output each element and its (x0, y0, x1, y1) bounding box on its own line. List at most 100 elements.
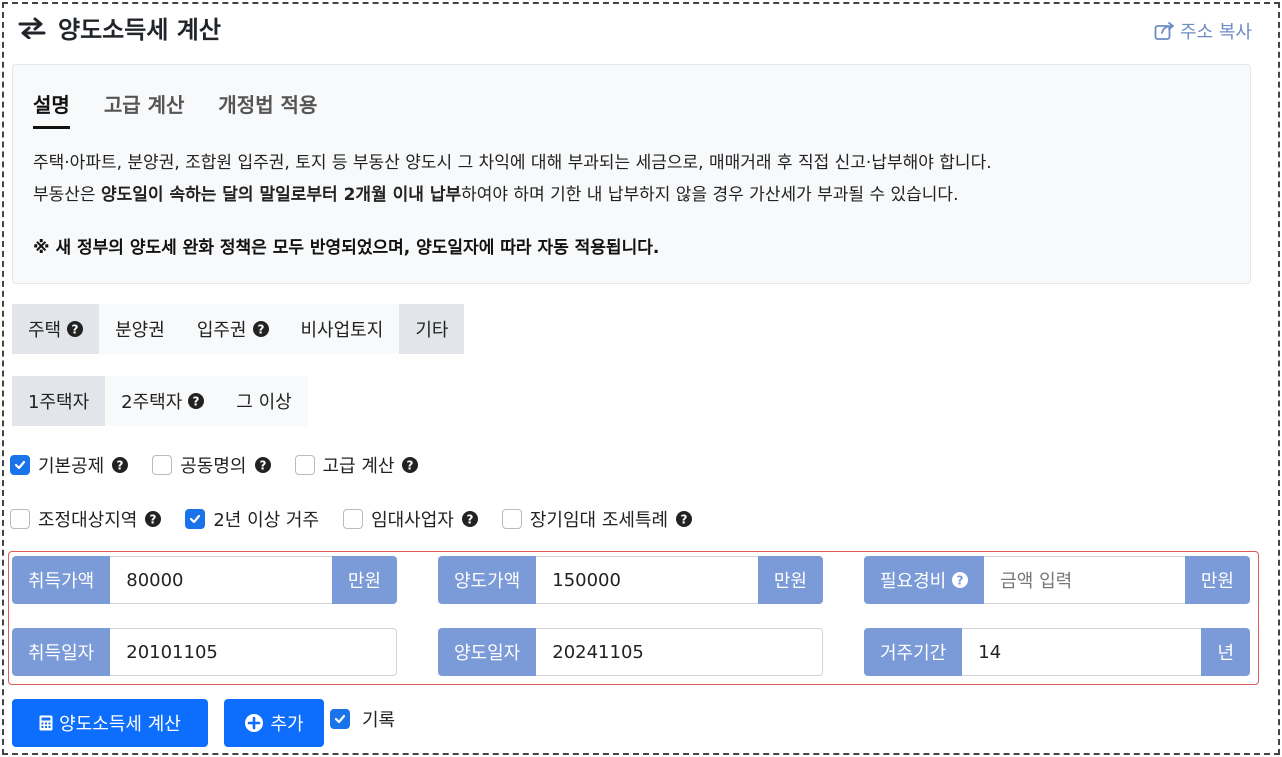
acquisition-price-input[interactable]: 80000 (110, 556, 332, 604)
long-term-rental-option[interactable]: 장기임대 조세특례 ? (501, 506, 693, 532)
checkbox-checked[interactable] (10, 455, 30, 475)
help-icon[interactable]: ? (676, 511, 693, 527)
joint-ownership-option[interactable]: 공동명의 ? (152, 452, 271, 478)
help-icon[interactable]: ? (188, 393, 205, 409)
calculator-icon (39, 715, 53, 731)
acquisition-price-group: 취득가액 80000 만원 (12, 556, 397, 604)
plus-circle-icon (245, 714, 264, 732)
house-count-selector: 1주택자 2주택자 ? 그 이상 (12, 376, 308, 426)
description-line-2: 부동산은 양도일이 속하는 달의 말일로부터 2개월 이내 납부하여야 하며 기… (33, 179, 1233, 211)
property-type-nonbusiness-land[interactable]: 비사업토지 (285, 304, 400, 354)
calculate-tax-button[interactable]: 양도소득세 계산 (12, 699, 208, 747)
property-type-other[interactable]: 기타 (399, 304, 465, 354)
house-count-one-label: 1주택자 (28, 392, 90, 413)
rental-business-option[interactable]: 임대사업자 ? (343, 506, 478, 532)
check-icon (14, 460, 26, 470)
help-icon[interactable]: ? (254, 457, 271, 473)
help-icon[interactable]: ? (461, 511, 478, 527)
rental-business-label: 임대사업자 (371, 510, 454, 531)
description-line-1: 주택·아파트, 분양권, 조합원 입주권, 토지 등 부동산 양도시 그 차익에… (33, 153, 992, 173)
residence-period-group: 거주기간 14 년 (864, 628, 1250, 676)
record-option[interactable]: 기록 (330, 706, 395, 732)
basic-deduction-option[interactable]: 기본공제 ? (10, 452, 129, 478)
checkbox-checked[interactable] (185, 509, 206, 529)
add-label: 추가 (270, 714, 304, 735)
house-count-two[interactable]: 2주택자 ? (105, 376, 220, 426)
svg-text:?: ? (117, 459, 124, 473)
checkbox-unchecked[interactable] (343, 509, 364, 529)
joint-ownership-label: 공동명의 (180, 456, 247, 477)
svg-text:?: ? (681, 513, 688, 527)
property-type-house[interactable]: 주택 ? (12, 304, 100, 354)
expense-unit: 만원 (1184, 556, 1250, 604)
checkbox-unchecked[interactable] (501, 509, 522, 529)
svg-text:?: ? (150, 513, 157, 527)
regulated-area-label: 조정대상지역 (38, 510, 138, 531)
tab-revised-law[interactable]: 개정법 적용 (218, 89, 317, 129)
tab-description[interactable]: 설명 (33, 89, 70, 129)
svg-text:?: ? (407, 459, 414, 473)
expense-input[interactable]: 금액 입력 (984, 556, 1185, 604)
advanced-calc-label: 고급 계산 (322, 456, 395, 477)
policy-notice: ※ 새 정부의 양도세 완화 정책은 모두 반영되었으며, 양도일자에 따라 자… (33, 238, 660, 258)
checkbox-checked[interactable] (330, 709, 350, 729)
description-line-2-bold: 양도일이 속하는 달의 말일로부터 2개월 이내 납부 (100, 185, 462, 205)
calculate-tax-label: 양도소득세 계산 (59, 714, 181, 735)
sale-price-input[interactable]: 150000 (536, 556, 758, 604)
property-type-occupancy[interactable]: 입주권 ? (181, 304, 285, 354)
sale-price-unit: 만원 (757, 556, 823, 604)
check-icon (190, 514, 201, 524)
acquisition-date-group: 취득일자 20101105 (12, 628, 397, 676)
house-count-more-label: 그 이상 (236, 392, 292, 413)
two-year-residence-label: 2년 이상 거주 (213, 510, 320, 531)
svg-text:?: ? (466, 513, 473, 527)
help-icon[interactable]: ? (952, 572, 969, 588)
svg-text:?: ? (259, 459, 266, 473)
property-type-other-label: 기타 (415, 320, 449, 341)
sale-price-label: 양도가액 (438, 556, 537, 604)
info-tabs: 설명 고급 계산 개정법 적용 (33, 89, 351, 129)
property-type-nonbusiness-land-label: 비사업토지 (300, 320, 384, 341)
regulated-area-option[interactable]: 조정대상지역 ? (10, 506, 162, 532)
svg-text:?: ? (193, 395, 200, 409)
checkbox-unchecked[interactable] (294, 455, 315, 475)
options-row-2: 조정대상지역 ? 2년 이상 거주 임대사업자 ? 장기임대 조세특례 ? (10, 506, 716, 532)
two-year-residence-option[interactable]: 2년 이상 거주 (185, 506, 319, 532)
sale-date-input[interactable]: 20241105 (536, 628, 823, 676)
residence-period-label: 거주기간 (864, 628, 963, 676)
svg-text:?: ? (957, 574, 964, 588)
sale-price-group: 양도가액 150000 만원 (438, 556, 823, 604)
page-title-text: 양도소득세 계산 (58, 16, 221, 44)
copy-address-label: 주소 복사 (1180, 22, 1252, 43)
basic-deduction-label: 기본공제 (38, 456, 105, 477)
tab-advanced-calc[interactable]: 고급 계산 (104, 89, 185, 129)
property-type-occupancy-label: 입주권 (196, 320, 247, 341)
help-icon[interactable]: ? (112, 457, 129, 473)
check-icon (334, 714, 346, 724)
page-title: 양도소득세 계산 (18, 10, 221, 45)
advanced-calc-option[interactable]: 고급 계산 ? (294, 452, 419, 478)
house-count-more[interactable]: 그 이상 (220, 376, 307, 426)
acquisition-date-input[interactable]: 20101105 (110, 628, 397, 676)
help-icon[interactable]: ? (67, 321, 84, 337)
expense-group: 필요경비 ? 금액 입력 만원 (864, 556, 1250, 604)
help-icon[interactable]: ? (252, 321, 269, 337)
svg-text:?: ? (72, 323, 79, 337)
acquisition-date-label: 취득일자 (12, 628, 111, 676)
sale-date-label: 양도일자 (438, 628, 537, 676)
house-count-one[interactable]: 1주택자 (12, 376, 106, 426)
record-label: 기록 (362, 710, 396, 731)
property-type-selector: 주택 ? 분양권 입주권 ? 비사업토지 기타 (12, 304, 465, 354)
copy-address-link[interactable]: 주소 복사 (1154, 18, 1252, 44)
residence-period-input[interactable]: 14 (962, 628, 1202, 676)
checkbox-unchecked[interactable] (152, 455, 173, 475)
checkbox-unchecked[interactable] (10, 509, 30, 529)
help-icon[interactable]: ? (145, 511, 162, 527)
help-icon[interactable]: ? (402, 457, 419, 473)
expense-label-text: 필요경비 (880, 571, 947, 592)
acquisition-price-unit: 만원 (331, 556, 397, 604)
property-type-presale[interactable]: 분양권 (99, 304, 181, 354)
add-button[interactable]: 추가 (224, 699, 324, 747)
sale-date-group: 양도일자 20241105 (438, 628, 823, 676)
property-type-house-label: 주택 (28, 320, 62, 341)
